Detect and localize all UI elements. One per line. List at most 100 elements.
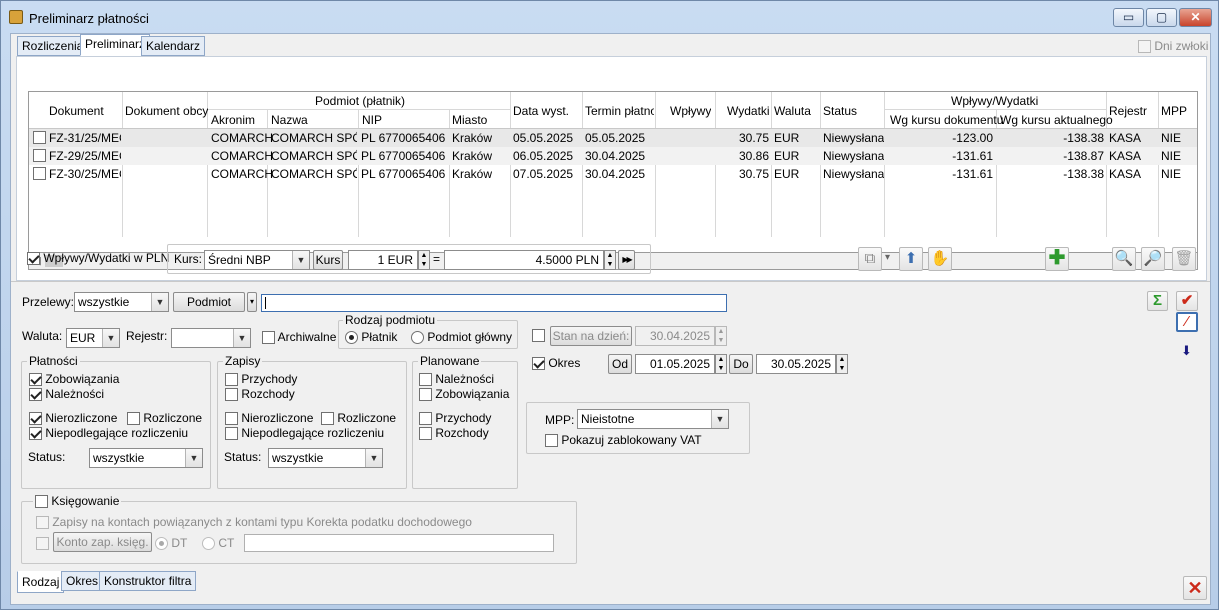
col-nip[interactable]: NIP [362, 113, 382, 127]
zapisy-przychody-checkbox[interactable] [225, 373, 238, 387]
col-dokument-obcy[interactable]: Dokument obcy [125, 104, 208, 118]
tab-konstruktor-filtra[interactable]: Konstruktor filtra [99, 571, 197, 591]
dni-zwloki-option[interactable]: Dni zwłoki [1138, 39, 1208, 54]
pokazuj-vat-option[interactable]: Pokazuj zablokowany VAT [545, 433, 702, 448]
zapisy-status-select[interactable]: wszystkie ▼ [268, 448, 383, 468]
ksiegowanie-checkbox[interactable] [35, 495, 48, 509]
zapisy-nierozliczone-checkbox[interactable] [225, 412, 238, 426]
apply-filter-icon[interactable]: ✔ [1176, 291, 1198, 311]
zapisy-nierozliczone-option[interactable]: Nierozliczone [225, 411, 313, 426]
search-icon[interactable]: 🔍 [1112, 247, 1136, 271]
platnosci-status-select[interactable]: wszystkie ▼ [89, 448, 203, 468]
zoom-search-icon[interactable]: 🔎 [1141, 247, 1165, 271]
row-checkbox[interactable] [33, 149, 46, 162]
tab-rodzaj[interactable]: Rodzaj [17, 571, 65, 593]
stan-option[interactable] [532, 328, 545, 343]
col-wydatki[interactable]: Wydatki [727, 104, 770, 118]
planowane-naleznosci-checkbox[interactable] [419, 373, 432, 387]
amount-eur-field[interactable]: 1 EUR [348, 250, 418, 270]
ct-option[interactable]: CT [202, 536, 234, 551]
sum-icon[interactable]: Σ [1147, 291, 1168, 311]
planowane-naleznosci-option[interactable]: Należności [419, 372, 494, 387]
do-date-spinner[interactable]: ▲ ▼ [836, 354, 848, 374]
tab-preliminarz[interactable]: Preliminarz [80, 34, 151, 56]
okres-option[interactable]: Okres [532, 356, 580, 371]
podmiot-glowny-radio[interactable] [411, 331, 424, 345]
planowane-przychody-checkbox[interactable] [419, 412, 432, 426]
platnik-radio[interactable] [345, 331, 358, 345]
zapisy-przychody-option[interactable]: Przychody [225, 372, 297, 387]
col-wg-kursu-aktualnego[interactable]: Wg kursu aktualnego [1000, 113, 1113, 127]
close-form-icon[interactable]: ✕ [1183, 576, 1207, 600]
platnik-option[interactable]: Płatnik [345, 330, 397, 345]
przelewy-select[interactable]: wszystkie ▼ [74, 292, 169, 312]
amount-pln-spinner[interactable]: ▲ ▼ [604, 250, 616, 270]
ksiegowanie-option[interactable]: Księgowanie [33, 494, 122, 509]
podmiot-glowny-option[interactable]: Podmiot główny [411, 330, 512, 345]
fast-forward-button[interactable]: ▶▶ [618, 250, 635, 270]
close-window-button[interactable]: ✕ [1179, 8, 1212, 27]
trash-icon[interactable]: 🗑 [1172, 247, 1196, 271]
col-data-wyst[interactable]: Data wyst. [513, 104, 569, 118]
zapisy-rozchody-checkbox[interactable] [225, 388, 238, 402]
col-miasto[interactable]: Miasto [452, 113, 487, 127]
platnosci-niepodlegajace-option[interactable]: Niepodlegające rozliczeniu [29, 426, 188, 441]
col-waluta[interactable]: Waluta [774, 104, 811, 118]
platnosci-naleznosci-checkbox[interactable] [29, 388, 42, 402]
platnosci-zobowiazania-checkbox[interactable] [29, 373, 42, 387]
dt-option[interactable]: DT [155, 536, 187, 551]
platnosci-rozliczone-checkbox[interactable] [127, 412, 140, 426]
col-rejestr[interactable]: Rejestr [1109, 104, 1147, 118]
amount-pln-field[interactable]: 4.5000 PLN [444, 250, 604, 270]
clear-filter-icon[interactable]: ⁄ [1176, 312, 1198, 332]
podmiot-dropdown-icon[interactable]: ▾ [247, 292, 257, 312]
minimize-button[interactable]: ▭ [1113, 8, 1144, 27]
row-checkbox[interactable] [33, 131, 46, 144]
col-wplywy[interactable]: Wpływy [670, 104, 711, 118]
zapisy-rozliczone-checkbox[interactable] [321, 412, 334, 426]
copy-documents-icon[interactable]: ⧉ [858, 247, 882, 271]
tab-kalendarz[interactable]: Kalendarz [141, 36, 206, 56]
pokazuj-vat-checkbox[interactable] [545, 434, 558, 448]
tab-okres[interactable]: Okres [61, 571, 104, 591]
export-icon[interactable]: ⬆ [899, 247, 923, 271]
zapisy-rozliczone-option[interactable]: Rozliczone [321, 411, 396, 426]
rejestr-select[interactable]: ▼ [171, 328, 251, 348]
planowane-rozchody-checkbox[interactable] [419, 427, 432, 441]
planowane-rozchody-option[interactable]: Rozchody [419, 426, 489, 441]
zapisy-kontach-option[interactable]: Zapisy na kontach powiązanych z kontami … [36, 515, 472, 530]
okres-checkbox[interactable] [532, 357, 545, 371]
zapisy-niepodlegajace-checkbox[interactable] [225, 427, 238, 441]
col-wg-kursu-dokumentu[interactable]: Wg kursu dokumentu [890, 113, 1003, 127]
planowane-przychody-option[interactable]: Przychody [419, 411, 491, 426]
waluta-select[interactable]: EUR ▼ [66, 328, 120, 348]
dni-zwloki-checkbox[interactable] [1138, 40, 1151, 54]
stan-date-field[interactable]: 30.04.2025 [635, 326, 715, 346]
wplywy-pln-checkbox[interactable] [27, 252, 40, 266]
col-termin[interactable]: Termin płatności [585, 104, 654, 118]
table-row[interactable]: FZ-30/25/MEG COMARCH COMARCH SPÓŁKA AKCY… [29, 165, 1197, 183]
zapisy-rozchody-option[interactable]: Rozchody [225, 387, 295, 402]
do-button[interactable]: Do [729, 354, 753, 374]
platnosci-niepodlegajace-checkbox[interactable] [29, 427, 42, 441]
table-row[interactable]: FZ-29/25/MEG COMARCH COMARCH SPÓŁKA AKCY… [29, 147, 1197, 165]
archiwalne-option[interactable]: Archiwalne [262, 330, 336, 345]
zapisy-niepodlegajace-option[interactable]: Niepodlegające rozliczeniu [225, 426, 384, 441]
dropdown-arrow-icon[interactable]: ▾ [885, 252, 890, 263]
ct-radio[interactable] [202, 537, 215, 551]
do-date-field[interactable]: 30.05.2025 [756, 354, 836, 374]
col-dokument[interactable]: Dokument [49, 104, 104, 118]
od-date-spinner[interactable]: ▲ ▼ [715, 354, 727, 374]
platnosci-rozliczone-option[interactable]: Rozliczone [127, 411, 202, 426]
col-mpp[interactable]: MPP [1161, 104, 1187, 118]
platnosci-nierozliczone-checkbox[interactable] [29, 412, 42, 426]
stan-checkbox[interactable] [532, 329, 545, 343]
tab-rozliczenia[interactable]: Rozliczenia [17, 36, 89, 56]
stan-na-dzien-button[interactable]: Stan na dzień: [550, 326, 632, 346]
platnosci-naleznosci-option[interactable]: Należności [29, 387, 104, 402]
wplywy-pln-option[interactable]: Wpływy/Wydatki w PLN [27, 251, 169, 266]
od-date-field[interactable]: 01.05.2025 [635, 354, 715, 374]
row-checkbox[interactable] [33, 167, 46, 180]
table-row[interactable]: FZ-31/25/MEG COMARCH COMARCH SPÓŁKA AKCY… [29, 129, 1197, 147]
od-button[interactable]: Od [608, 354, 632, 374]
